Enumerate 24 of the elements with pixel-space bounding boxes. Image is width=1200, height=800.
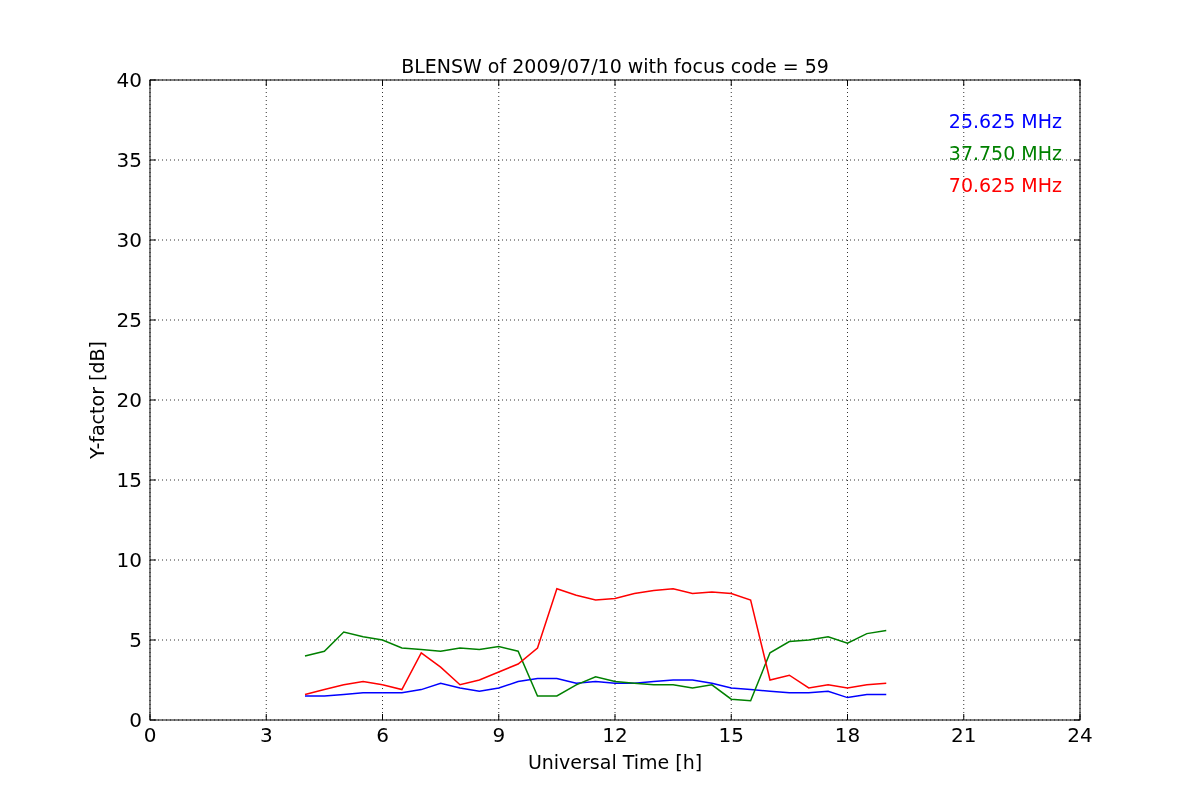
tick-label: 10 (116, 548, 142, 572)
tick-label: 6 (376, 723, 389, 747)
tick-label: 20 (116, 388, 142, 412)
tick-label: 30 (116, 228, 142, 252)
axis-label: Universal Time [h] (527, 751, 703, 773)
tick-label: 15 (718, 723, 744, 747)
tick-label: 15 (116, 468, 142, 492)
tick-label: 24 (1067, 723, 1093, 747)
tick-label: 18 (834, 723, 861, 747)
tick-label: 3 (259, 723, 273, 747)
tick-label: 9 (492, 723, 506, 747)
legend-label: 25.625 MHz (948, 110, 1062, 132)
tick-label: 0 (129, 708, 142, 732)
chart-title: BLENSW of 2009/07/10 with focus code = 59 (401, 55, 829, 77)
tick-label: 5 (129, 628, 142, 652)
tick-label: 35 (116, 148, 142, 172)
tick-label: 25 (116, 308, 142, 332)
legend-label: 70.625 MHz (948, 174, 1062, 196)
tick-label: 21 (951, 723, 977, 747)
tick-label: 0 (143, 723, 157, 747)
tick-label: 40 (116, 68, 142, 92)
legend-label: 37.750 MHz (948, 142, 1062, 164)
tick-label: 12 (602, 723, 628, 747)
axis-label: Y-factor [dB] (86, 341, 108, 459)
